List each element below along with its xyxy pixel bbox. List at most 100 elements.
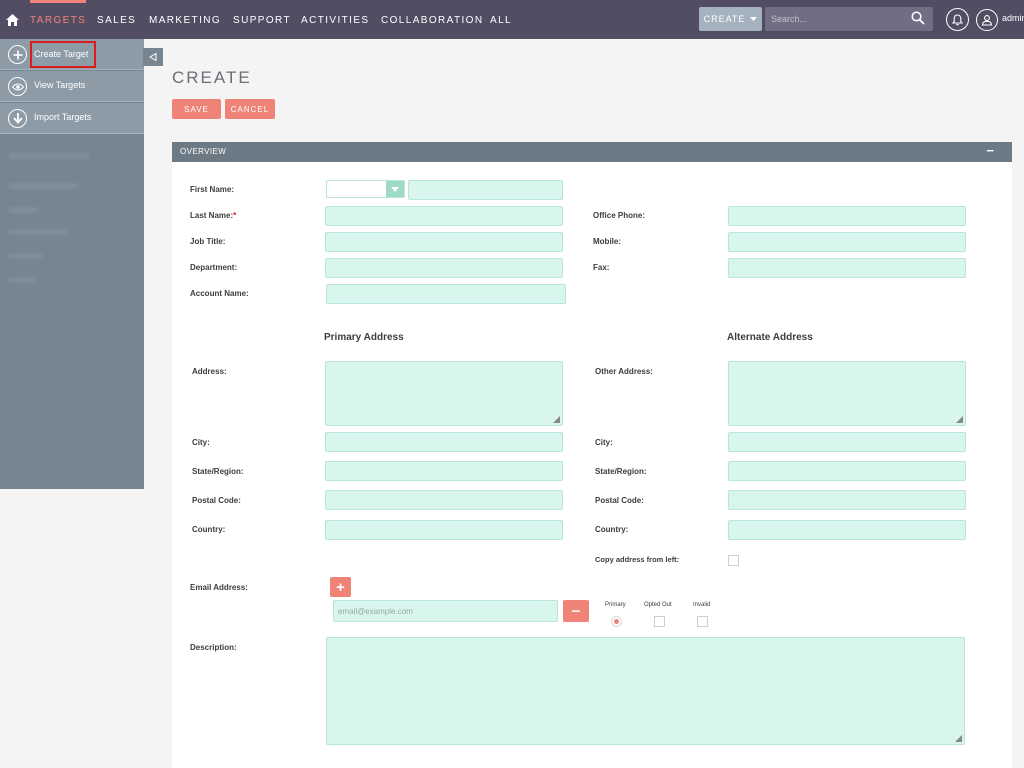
primary-city-field[interactable]: [325, 432, 563, 452]
create-dropdown-button[interactable]: CREATE: [699, 7, 762, 31]
collapse-panel-icon[interactable]: −: [986, 143, 994, 158]
search-icon[interactable]: [911, 11, 925, 25]
remove-email-minus-icon[interactable]: −: [563, 600, 589, 622]
department-label: Department:: [190, 263, 238, 272]
resize-grip-icon[interactable]: [956, 416, 963, 423]
nav-all[interactable]: ALL: [490, 0, 512, 39]
primary-state-field[interactable]: [325, 461, 563, 481]
fax-label: Fax:: [593, 263, 610, 272]
salutation-select[interactable]: [326, 180, 405, 198]
user-avatar-icon[interactable]: [976, 9, 998, 31]
search-input[interactable]: [771, 10, 901, 28]
city-label: City:: [595, 438, 613, 447]
invalid-label: Invalid: [693, 602, 711, 608]
last-name-label: Last Name:*: [190, 211, 236, 220]
first-name-label: First Name:: [190, 185, 235, 194]
email-address-label: Email Address:: [190, 583, 248, 592]
postal-code-label: Postal Code:: [192, 496, 241, 505]
alternate-state-field[interactable]: [728, 461, 966, 481]
nav-targets[interactable]: TARGETS: [30, 0, 87, 39]
state-label: State/Region:: [595, 467, 647, 476]
sidebar-item-view-targets[interactable]: View Targets: [0, 71, 144, 102]
recently-viewed-placeholder: [8, 277, 36, 283]
sidebar-item-label: Create Target: [30, 41, 96, 68]
recently-viewed-placeholder: [8, 183, 78, 189]
primary-label: Primary: [605, 602, 626, 608]
notifications-bell-icon[interactable]: [946, 8, 969, 31]
page-title: CREATE: [172, 68, 252, 87]
alternate-address-heading: Alternate Address: [727, 332, 813, 343]
address-label: Address:: [192, 367, 227, 376]
alternate-postal-code-field[interactable]: [728, 490, 966, 510]
country-label: Country:: [595, 525, 629, 534]
office-phone-label: Office Phone:: [593, 211, 646, 220]
state-label: State/Region:: [192, 467, 244, 476]
postal-code-label: Postal Code:: [595, 496, 644, 505]
sidebar-item-label: View Targets: [34, 80, 86, 90]
description-label: Description:: [190, 643, 237, 652]
sidebar: Create Target View Targets Import Target…: [0, 39, 144, 489]
last-name-label-text: Last Name:: [190, 211, 234, 220]
department-field[interactable]: [325, 258, 563, 278]
user-name[interactable]: admin: [1002, 13, 1024, 23]
alternate-country-field[interactable]: [728, 520, 966, 540]
copy-address-checkbox[interactable]: [728, 555, 739, 566]
triangle-left-icon: [149, 53, 157, 61]
caret-down-icon: [750, 17, 758, 21]
nav-collaboration[interactable]: COLLABORATION: [381, 0, 483, 39]
mobile-field[interactable]: [728, 232, 966, 252]
home-icon[interactable]: [0, 0, 24, 39]
copy-address-label: Copy address from left:: [595, 555, 680, 564]
fax-field[interactable]: [728, 258, 966, 278]
sidebar-item-import-targets[interactable]: Import Targets: [0, 103, 144, 134]
recently-viewed-placeholder: [8, 229, 68, 235]
primary-country-field[interactable]: [325, 520, 563, 540]
eye-icon: [8, 77, 27, 96]
save-button[interactable]: SAVE: [172, 99, 221, 119]
country-label: Country:: [192, 525, 226, 534]
create-label: CREATE: [703, 14, 746, 24]
primary-email-radio[interactable]: [611, 616, 622, 627]
recently-viewed-placeholder: [8, 253, 43, 259]
other-address-label: Other Address:: [595, 367, 653, 376]
top-navigation-bar: TARGETS SALES MARKETING SUPPORT ACTIVITI…: [0, 0, 1024, 39]
opted-out-label: Opted Out: [644, 602, 672, 608]
recently-viewed-placeholder: [8, 153, 90, 159]
cancel-button[interactable]: CANCEL: [225, 99, 275, 119]
city-label: City:: [192, 438, 210, 447]
panel-title: OVERVIEW: [180, 147, 227, 156]
resize-grip-icon[interactable]: [553, 416, 560, 423]
email-field[interactable]: email@example.com: [333, 600, 558, 622]
nav-support[interactable]: SUPPORT: [233, 0, 291, 39]
recently-viewed-placeholder: [8, 207, 38, 213]
download-icon: [8, 109, 27, 128]
chevron-down-icon: [386, 181, 404, 197]
description-textarea[interactable]: [326, 637, 965, 745]
primary-postal-code-field[interactable]: [325, 490, 563, 510]
plus-icon: [8, 45, 27, 64]
nav-marketing[interactable]: MARKETING: [149, 0, 221, 39]
office-phone-field[interactable]: [728, 206, 966, 226]
resize-grip-icon[interactable]: [955, 735, 962, 742]
nav-sales[interactable]: SALES: [97, 0, 136, 39]
sidebar-item-create-target[interactable]: Create Target: [0, 39, 144, 70]
opted-out-checkbox[interactable]: [654, 616, 665, 627]
nav-activities[interactable]: ACTIVITIES: [301, 0, 369, 39]
first-name-field[interactable]: [408, 180, 563, 200]
invalid-checkbox[interactable]: [697, 616, 708, 627]
mobile-label: Mobile:: [593, 237, 621, 246]
account-name-label: Account Name:: [190, 289, 249, 298]
sidebar-collapse-button[interactable]: [143, 48, 163, 66]
account-name-field[interactable]: [326, 284, 566, 304]
overview-panel-header[interactable]: OVERVIEW −: [172, 142, 1012, 162]
job-title-field[interactable]: [325, 232, 563, 252]
radio-dot: [614, 619, 619, 624]
alternate-city-field[interactable]: [728, 432, 966, 452]
required-mark: *: [233, 211, 237, 220]
primary-address-textarea[interactable]: [325, 361, 563, 426]
alternate-address-textarea[interactable]: [728, 361, 966, 426]
sidebar-item-label: Import Targets: [34, 112, 92, 122]
last-name-field[interactable]: [325, 206, 563, 226]
add-email-plus-icon[interactable]: +: [330, 577, 351, 597]
job-title-label: Job Title:: [190, 237, 226, 246]
